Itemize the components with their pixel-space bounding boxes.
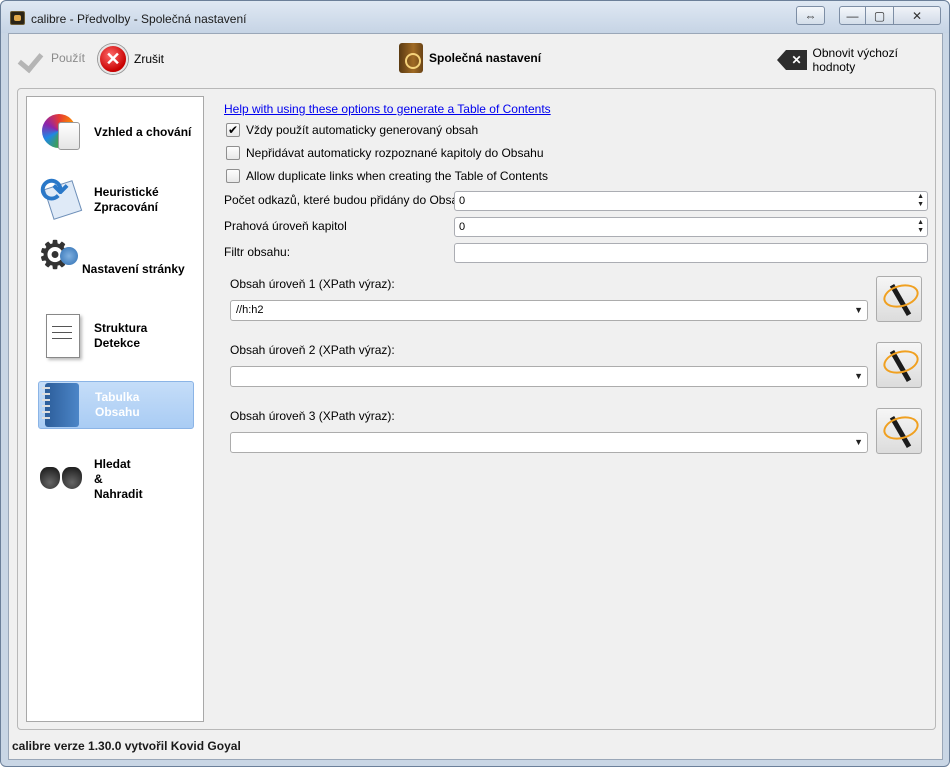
- maximize-button[interactable]: ▢: [865, 6, 894, 25]
- checkbox-label: Vždy použít automaticky generovaný obsah: [246, 123, 479, 137]
- spin-arrows-icon[interactable]: ▲ ▼: [917, 219, 924, 235]
- level1-value: //h:h2: [236, 304, 264, 316]
- apply-label: Použít: [51, 51, 86, 65]
- chapter-threshold-spinbox[interactable]: 0 ▲ ▼: [454, 217, 928, 237]
- restore-defaults-label: Obnovit výchozí hodnoty: [812, 46, 898, 74]
- sidebar-item-table-of-contents[interactable]: Tabulka Obsahu: [38, 381, 194, 429]
- checkbox[interactable]: ✔: [226, 123, 240, 137]
- level2-label: Obsah úroveň 2 (XPath výraz):: [230, 343, 395, 357]
- cancel-x-icon: ✕: [98, 44, 128, 74]
- resize-button[interactable]: ⇔: [796, 6, 825, 25]
- heuristics-icon: [38, 176, 86, 224]
- sidebar-item-label: Vzhled a chování: [94, 124, 192, 139]
- sidebar-item-label: Tabulka Obsahu: [95, 390, 140, 419]
- gear-icon: [38, 245, 86, 293]
- sidebar-item-label: Struktura Detekce: [94, 321, 148, 350]
- checkbox-no-chapters-in-toc[interactable]: Nepřidávat automaticky rozpoznané kapito…: [226, 146, 544, 160]
- chevron-down-icon: ▼: [854, 371, 863, 381]
- checkbox-label: Allow duplicate links when creating the …: [246, 169, 548, 183]
- sidebar-item-heuristics[interactable]: Heuristické Zpracování: [38, 176, 194, 224]
- help-link[interactable]: Help with using these options to generat…: [224, 102, 551, 116]
- cancel-label: Zrušit: [134, 52, 164, 66]
- level1-label: Obsah úroveň 1 (XPath výraz):: [230, 277, 395, 291]
- level1-xpath-combo[interactable]: //h:h2 ▼: [230, 300, 868, 321]
- sidebar-item-look-and-feel[interactable]: Vzhled a chování: [38, 108, 194, 156]
- apply-button[interactable]: Použít: [19, 46, 85, 70]
- minimize-button[interactable]: —: [839, 6, 866, 25]
- close-icon: ✕: [911, 8, 923, 23]
- toc-settings: Help with using these options to generat…: [216, 89, 928, 729]
- resize-icon: ⇔: [804, 8, 817, 23]
- binoculars-icon: [38, 455, 86, 503]
- checkbox[interactable]: [226, 169, 240, 183]
- chapter-threshold-value: 0: [459, 221, 466, 233]
- level3-label: Obsah úroveň 3 (XPath výraz):: [230, 409, 395, 423]
- book-icon: [399, 43, 423, 73]
- checkbox-allow-duplicate-links[interactable]: Allow duplicate links when creating the …: [226, 169, 548, 183]
- level3-xpath-combo[interactable]: ▼: [230, 432, 868, 453]
- clear-icon: [777, 50, 807, 70]
- toolbar: Použít ✕ Zrušit Společná nastavení Obnov…: [9, 34, 942, 84]
- links-count-label: Počet odkazů, které budou přidány do Obs…: [224, 193, 472, 207]
- links-count-spinbox[interactable]: 0 ▲ ▼: [454, 191, 928, 211]
- app-window: calibre - Předvolby - Společná nastavení…: [0, 0, 950, 767]
- close-button[interactable]: ✕: [893, 6, 941, 25]
- section-header: Společná nastavení: [399, 43, 541, 73]
- title-bar[interactable]: calibre - Předvolby - Společná nastavení…: [1, 1, 949, 33]
- chevron-down-icon: ▼: [854, 305, 863, 315]
- sidebar-item-structure-detection[interactable]: Struktura Detekce: [38, 312, 194, 360]
- level2-xpath-combo[interactable]: ▼: [230, 366, 868, 387]
- category-sidebar: Vzhled a chování Heuristické Zpracování …: [26, 96, 204, 722]
- checkbox[interactable]: [226, 146, 240, 160]
- sidebar-item-label: Heuristické Zpracování: [94, 185, 159, 214]
- sidebar-item-label: Nastavení stránky: [82, 261, 185, 276]
- notebook-icon: [39, 381, 87, 429]
- section-title: Společná nastavení: [429, 51, 542, 65]
- status-bar: calibre verze 1.30.0 vytvořil Kovid Goya…: [12, 739, 241, 753]
- window-client: Použít ✕ Zrušit Společná nastavení Obnov…: [8, 33, 943, 760]
- maximize-icon: ▢: [873, 8, 886, 23]
- document-icon: [38, 312, 86, 360]
- colors-icon: [38, 108, 86, 156]
- level3-wizard-button[interactable]: [876, 408, 922, 454]
- sidebar-item-search-replace[interactable]: Hledat & Nahradit: [38, 449, 194, 509]
- links-count-value: 0: [459, 195, 466, 207]
- level2-wizard-button[interactable]: [876, 342, 922, 388]
- checkmark-icon: [19, 46, 45, 70]
- checkbox-label: Nepřidávat automaticky rozpoznané kapito…: [246, 146, 544, 160]
- sidebar-item-label: Hledat & Nahradit: [94, 456, 143, 501]
- filter-label: Filtr obsahu:: [224, 245, 291, 259]
- chapter-threshold-label: Prahová úroveň kapitol: [224, 219, 347, 233]
- minimize-icon: —: [846, 8, 859, 23]
- sidebar-item-page-setup[interactable]: Nastavení stránky: [38, 245, 194, 293]
- checkbox-use-auto-toc[interactable]: ✔ Vždy použít automaticky generovaný obs…: [226, 123, 478, 137]
- preferences-panel: Vzhled a chování Heuristické Zpracování …: [17, 88, 936, 730]
- cancel-button[interactable]: ✕ Zrušit: [98, 44, 164, 74]
- level1-wizard-button[interactable]: [876, 276, 922, 322]
- filter-input[interactable]: [454, 243, 928, 263]
- chevron-down-icon: ▼: [854, 437, 863, 447]
- calibre-app-icon: [10, 11, 25, 25]
- spin-arrows-icon[interactable]: ▲ ▼: [917, 193, 924, 209]
- restore-defaults-button[interactable]: Obnovit výchozí hodnoty: [777, 46, 942, 74]
- window-title: calibre - Předvolby - Společná nastavení: [31, 12, 247, 26]
